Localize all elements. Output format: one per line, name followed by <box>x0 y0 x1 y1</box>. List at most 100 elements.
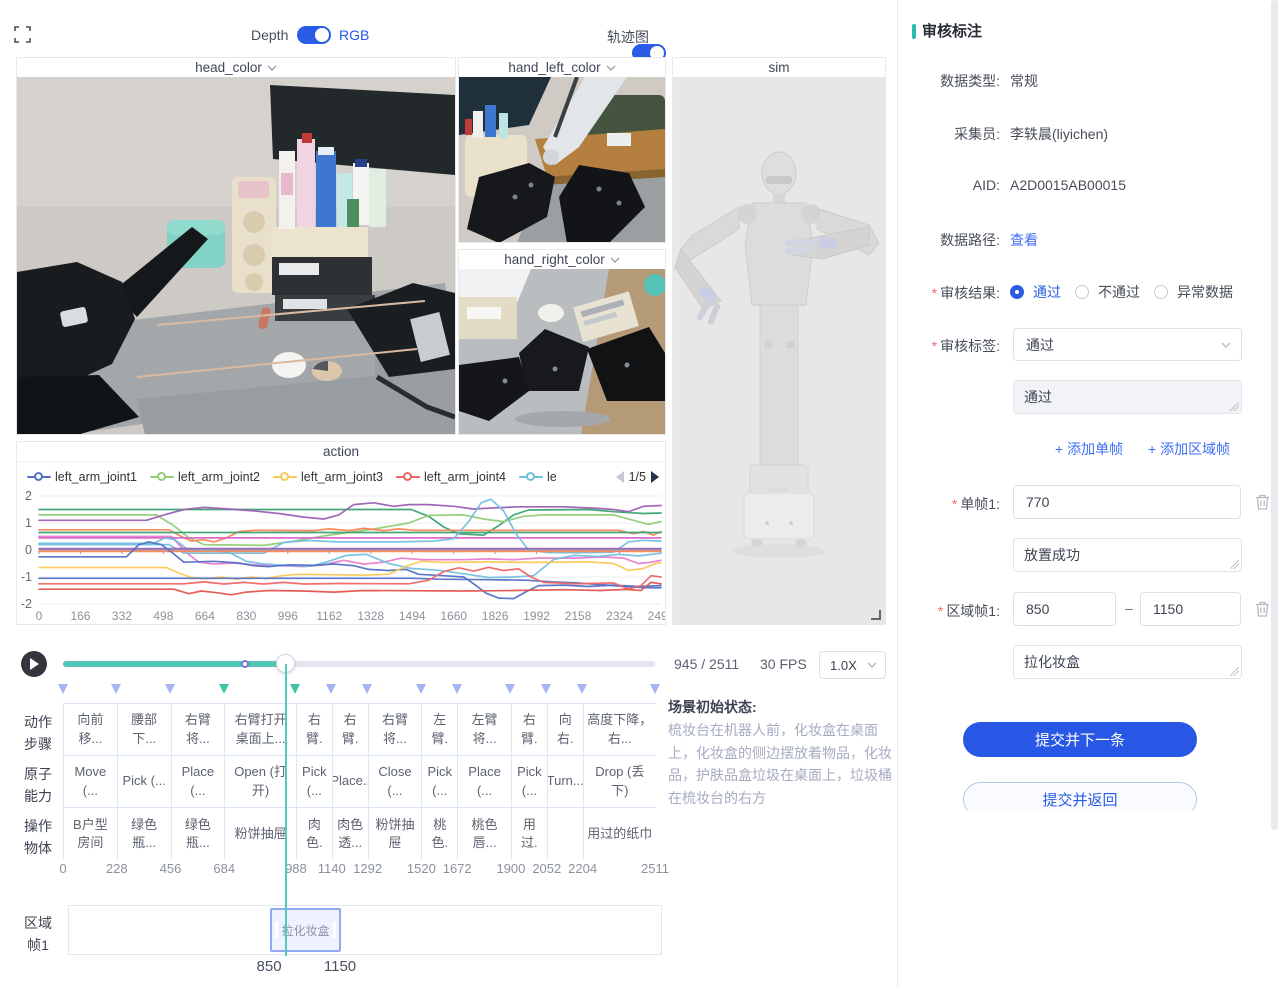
step-cell[interactable]: 右臂将... <box>369 704 423 756</box>
step-cell[interactable]: 高度下降，右... <box>584 704 656 756</box>
region-segment[interactable]: 拉化妆盒 <box>270 908 341 952</box>
submit-back-button[interactable]: 提交并返回 <box>963 782 1197 810</box>
add-region-frame-link[interactable]: + 添加区域帧 <box>1148 439 1230 459</box>
step-boundary-marker[interactable] <box>111 684 121 694</box>
legend-item[interactable]: left_arm_joint2 <box>150 470 260 484</box>
legend-item[interactable]: le <box>519 470 557 484</box>
step-cell[interactable]: Drop (丢下) <box>584 756 656 808</box>
single-frame-marker-dot[interactable] <box>241 660 249 668</box>
step-cell[interactable]: Turn... <box>548 756 584 808</box>
step-boundary-marker[interactable] <box>505 684 515 694</box>
step-boundary-marker[interactable] <box>326 684 336 694</box>
svg-text:1660: 1660 <box>440 609 467 623</box>
action-chart-svg[interactable]: 210-1-2016633249866483099611621328149416… <box>17 489 665 626</box>
region-frame-start-input[interactable]: 850 <box>1013 592 1116 626</box>
speed-select[interactable]: 1.0X <box>819 651 886 679</box>
step-cell[interactable]: Pick (... <box>297 756 333 808</box>
svg-text:1494: 1494 <box>399 609 426 623</box>
review-tag-select[interactable]: 通过 <box>1013 328 1242 361</box>
step-boundary-marker[interactable] <box>416 684 426 694</box>
step-boundary-marker[interactable] <box>290 684 300 694</box>
region-band-track[interactable]: 拉化妆盒 <box>68 905 662 955</box>
step-cell[interactable]: 左臂将... <box>458 704 512 756</box>
legend-item[interactable]: left_arm_joint3 <box>273 470 383 484</box>
step-cell[interactable]: 右臂. <box>333 704 369 756</box>
step-cell[interactable]: Pick (... <box>422 756 458 808</box>
step-cell[interactable]: Place.. <box>333 756 369 808</box>
step-cell[interactable]: 绿色瓶... <box>172 808 226 860</box>
step-cell[interactable]: 绿色瓶... <box>118 808 172 860</box>
step-boundary-marker[interactable] <box>577 684 587 694</box>
step-cell[interactable]: Pick (... <box>512 756 548 808</box>
step-cell[interactable]: 向右. <box>548 704 584 756</box>
step-cell[interactable]: 右臂将... <box>172 704 226 756</box>
segment-left-handle[interactable] <box>275 922 278 938</box>
frame-axis-label: 2204 <box>568 861 597 876</box>
legend-item[interactable]: left_arm_joint1 <box>27 470 137 484</box>
radio-abnormal-label[interactable]: 异常数据 <box>1177 282 1233 302</box>
add-single-frame-link[interactable]: + 添加单帧 <box>1055 439 1123 459</box>
step-cell[interactable]: Close (... <box>369 756 423 808</box>
step-boundary-marker[interactable] <box>452 684 462 694</box>
region-frame-end-input[interactable]: 1150 <box>1140 592 1241 626</box>
step-cell[interactable]: Place (... <box>458 756 512 808</box>
submit-next-button[interactable]: 提交并下一条 <box>963 722 1197 757</box>
head-camera-header[interactable]: head_color <box>17 58 455 77</box>
play-button[interactable] <box>21 651 47 677</box>
hand-right-camera-header[interactable]: hand_right_color <box>459 250 665 269</box>
resize-corner-icon[interactable] <box>870 609 881 620</box>
resize-grip-icon[interactable] <box>1230 560 1239 569</box>
step-cell[interactable]: 粉饼抽屉 <box>369 808 423 860</box>
step-cell[interactable]: 右臂. <box>297 704 333 756</box>
radio-fail-label[interactable]: 不通过 <box>1098 282 1140 302</box>
review-tag-comment[interactable]: 通过 <box>1013 380 1242 414</box>
radio-abnormal[interactable] <box>1154 285 1168 299</box>
step-cell[interactable]: 向前移... <box>64 704 118 756</box>
step-boundary-marker[interactable] <box>165 684 175 694</box>
data-type-label: 数据类型: <box>898 71 1000 91</box>
step-boundary-marker[interactable] <box>58 684 68 694</box>
step-cell[interactable]: 用过. <box>512 808 548 860</box>
radio-pass-label[interactable]: 通过 <box>1033 282 1061 302</box>
fullscreen-icon[interactable] <box>14 26 31 43</box>
step-boundary-marker[interactable] <box>219 684 229 694</box>
segment-right-handle[interactable] <box>333 922 336 938</box>
step-cell[interactable]: 桃色. <box>422 808 458 860</box>
step-cell[interactable]: 左臂. <box>422 704 458 756</box>
depth-rgb-toggle[interactable] <box>297 26 331 44</box>
svg-text:1992: 1992 <box>523 609 550 623</box>
data-path-link[interactable]: 查看 <box>1010 230 1038 250</box>
delete-region-frame-icon[interactable] <box>1254 600 1271 618</box>
single-frame-label: *单帧1: <box>898 494 1000 514</box>
legend-item[interactable]: left_arm_joint4 <box>396 470 506 484</box>
region-frame-comment[interactable]: 拉化妆盒 <box>1013 645 1242 679</box>
legend-next-icon[interactable] <box>651 471 659 483</box>
step-cell[interactable]: Place (... <box>172 756 226 808</box>
single-frame-input[interactable]: 770 <box>1013 485 1241 519</box>
step-cell[interactable]: 右臂. <box>512 704 548 756</box>
step-cell[interactable]: Pick (... <box>118 756 172 808</box>
step-cell[interactable]: 腰部下... <box>118 704 172 756</box>
step-cell[interactable]: 桃色唇... <box>458 808 512 860</box>
step-cell[interactable]: 肉色透... <box>333 808 369 860</box>
step-boundary-marker[interactable] <box>362 684 372 694</box>
resize-grip-icon[interactable] <box>1230 402 1239 411</box>
radio-pass[interactable] <box>1010 285 1024 299</box>
step-cell[interactable]: B户型房间 <box>64 808 118 860</box>
step-cell[interactable]: Move (... <box>64 756 118 808</box>
resize-grip-icon[interactable] <box>1230 667 1239 676</box>
radio-fail[interactable] <box>1075 285 1089 299</box>
sim-3d-view[interactable] <box>673 77 885 624</box>
step-cell[interactable]: 肉色. <box>297 808 333 860</box>
single-frame-comment[interactable]: 放置成功 <box>1013 538 1242 572</box>
step-cell[interactable] <box>548 808 584 860</box>
delete-single-frame-icon[interactable] <box>1254 493 1271 511</box>
step-cell[interactable]: 用过的纸巾 <box>584 808 656 860</box>
step-boundary-marker[interactable] <box>541 684 551 694</box>
page-scrollbar[interactable] <box>1271 0 1278 830</box>
playback-slider[interactable] <box>63 661 655 667</box>
step-boundary-marker[interactable] <box>650 684 660 694</box>
hand-left-camera-header[interactable]: hand_left_color <box>459 58 665 77</box>
legend-prev-icon[interactable] <box>616 471 624 483</box>
region-start-label: 850 <box>257 958 282 975</box>
